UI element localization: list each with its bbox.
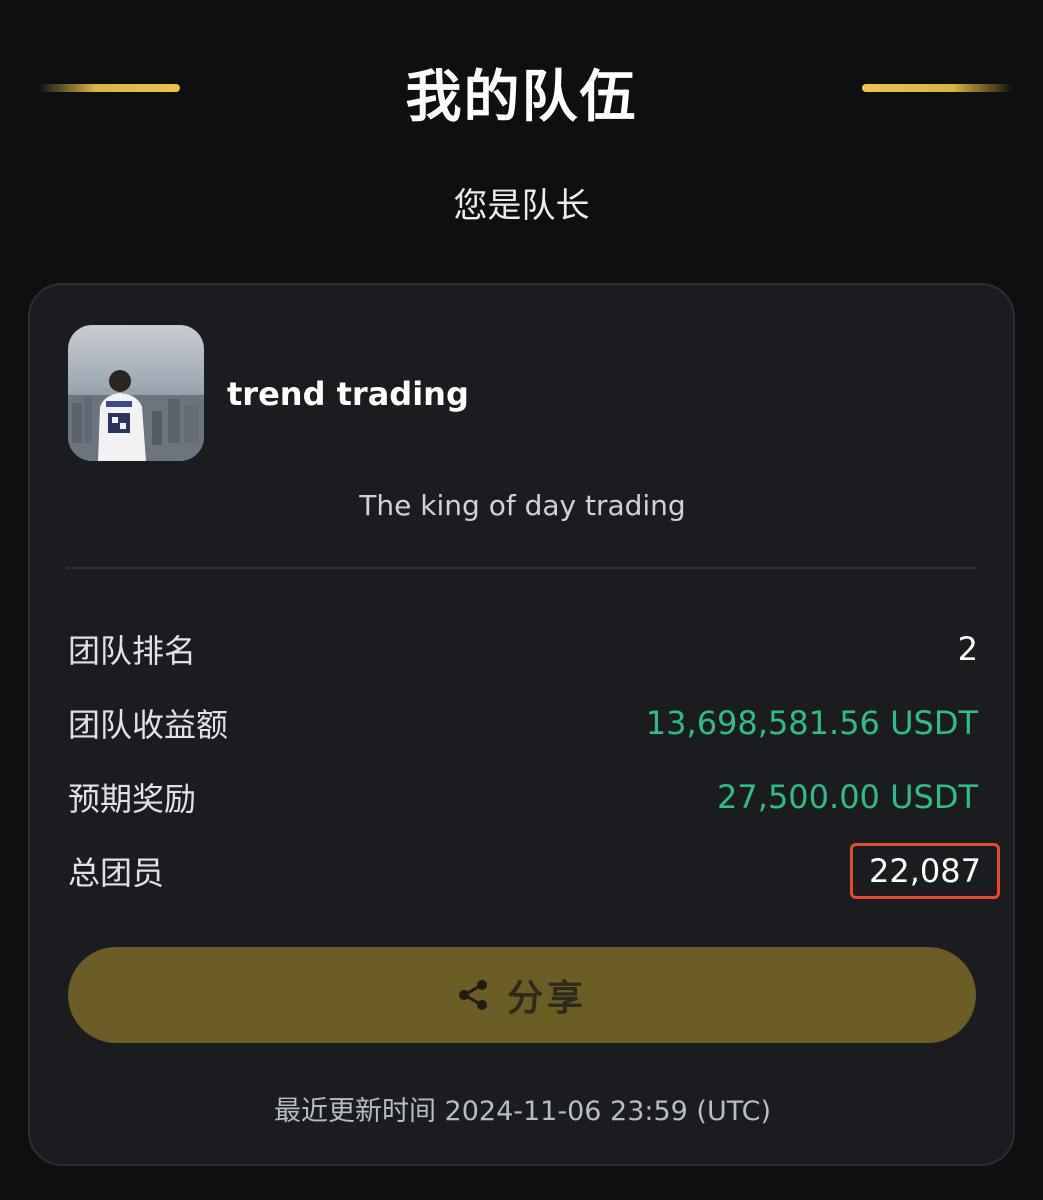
stat-label: 团队收益额 [68, 706, 229, 744]
stat-value-highlighted: 22,087 [850, 843, 1000, 899]
stat-row-expected-reward: 预期奖励 27,500.00 USDT [68, 772, 978, 822]
card-divider [66, 567, 978, 569]
stat-label: 预期奖励 [68, 780, 197, 818]
team-avatar [68, 325, 204, 461]
stat-row-team-earnings: 团队收益额 13,698,581.56 USDT [68, 698, 978, 748]
stat-label: 团队排名 [68, 632, 197, 670]
page-title: 我的队伍 [405, 65, 638, 130]
stat-value: 2 [957, 630, 978, 668]
team-name: trend trading [227, 375, 469, 413]
share-button[interactable]: 分享 [68, 947, 976, 1043]
title-decoration-right [862, 84, 1014, 92]
share-button-label: 分享 [506, 978, 587, 1019]
my-team-page: 我的队伍 您是队长 trend trading The king of day … [0, 0, 1043, 1200]
role-subtitle: 您是队长 [453, 186, 590, 226]
stat-label: 总团员 [68, 854, 165, 892]
stat-value: 13,698,581.56 USDT [645, 704, 978, 742]
stat-row-total-members: 总团员 22,087 [68, 843, 1000, 899]
team-card: trend trading The king of day trading 团队… [28, 283, 1015, 1166]
avatar-photo-icon [68, 325, 204, 461]
share-icon [458, 980, 487, 1010]
team-motto: The king of day trading [359, 489, 686, 522]
last-updated-time: 最近更新时间 2024-11-06 23:59 (UTC) [273, 1096, 772, 1127]
stat-value: 27,500.00 USDT [717, 778, 978, 816]
stat-row-team-rank: 团队排名 2 [68, 624, 978, 674]
